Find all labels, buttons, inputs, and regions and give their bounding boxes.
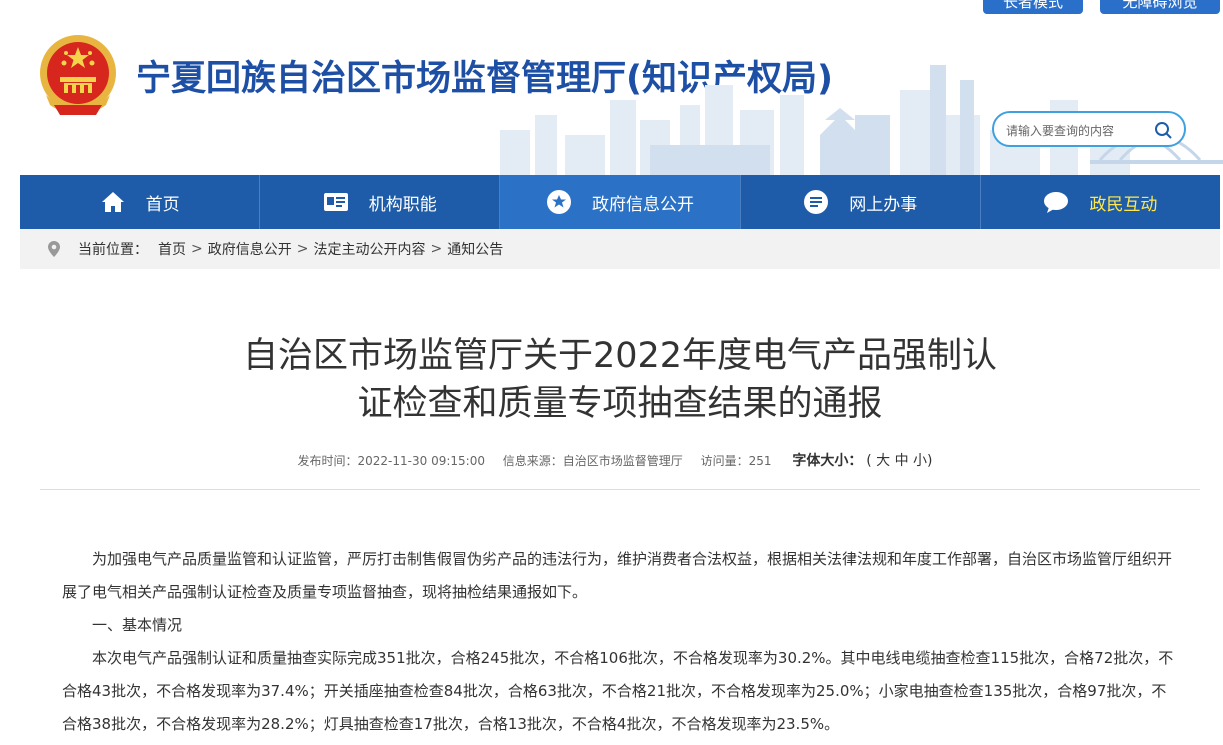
- nav-item-gov-info[interactable]: 政府信息公开: [500, 175, 741, 229]
- national-emblem-icon: [40, 35, 116, 115]
- paragraph: 为加强电气产品质量监管和认证监管，严厉打击制售假冒伪劣产品的违法行为，维护消费者…: [62, 550, 1173, 601]
- breadcrumb-statutory[interactable]: 法定主动公开内容: [313, 239, 425, 259]
- breadcrumb-notices[interactable]: 通知公告: [447, 239, 503, 259]
- breadcrumb-separator: >: [296, 241, 309, 257]
- nav-label: 政府信息公开: [592, 194, 694, 215]
- nav-label: 首页: [145, 194, 180, 215]
- article-title-line: 自治区市场监管厅关于2022年度电气产品强制认: [242, 336, 998, 376]
- list-circle-icon: [804, 190, 829, 214]
- home-icon: [101, 192, 124, 212]
- breadcrumb-prefix: 当前位置：: [78, 242, 148, 258]
- article-body: 为加强电气产品质量监管和认证监管，严厉打击制售假冒伪劣产品的违法行为，维护消费者…: [62, 543, 1174, 741]
- search-icon[interactable]: [1154, 121, 1172, 139]
- search-box: [992, 111, 1186, 147]
- nav-item-online-service[interactable]: 网上办事: [741, 175, 981, 229]
- article-title: 自治区市场监管厅关于2022年度电气产品强制认 证检查和质量专项抽查结果的通报: [40, 332, 1200, 428]
- star-circle-icon: [547, 190, 571, 214]
- id-card-icon: [323, 193, 348, 211]
- font-size-options[interactable]: ( 大 中 小): [866, 453, 932, 469]
- info-source: 信息来源：自治区市场监督管理厅: [502, 454, 683, 468]
- main-nav: 首页 机构职能 政府信息公开 网上办事 政民互动: [20, 175, 1220, 229]
- divider: [40, 489, 1200, 490]
- article-title-line: 证检查和质量专项抽查结果的通报: [357, 384, 883, 424]
- site-header: 宁夏回族自治区市场监督管理厅(知识产权局): [0, 0, 1223, 175]
- breadcrumb-separator: >: [191, 241, 203, 257]
- breadcrumb-separator: >: [430, 241, 443, 257]
- chat-bubble-icon: [1044, 192, 1069, 213]
- nav-label: 网上办事: [849, 194, 918, 215]
- breadcrumb-gov-info[interactable]: 政府信息公开: [208, 239, 292, 259]
- nav-item-interaction[interactable]: 政民互动: [981, 175, 1220, 229]
- visit-count: 访问量：251: [700, 454, 772, 468]
- nav-label: 机构职能: [368, 194, 437, 215]
- nav-label: 政民互动: [1089, 194, 1158, 215]
- breadcrumb: 当前位置： 首页 > 政府信息公开 > 法定主动公开内容 > 通知公告: [20, 229, 1220, 269]
- breadcrumb-home[interactable]: 首页: [158, 239, 186, 259]
- location-pin-icon: [48, 241, 60, 257]
- paragraph: 本次电气产品强制认证和质量抽查实际完成351批次，合格245批次，不合格106批…: [62, 649, 1174, 733]
- publish-time: 发布时间：2022-11-30 09:15:00: [297, 454, 485, 468]
- nav-item-organization[interactable]: 机构职能: [260, 175, 501, 229]
- nav-item-home[interactable]: 首页: [20, 175, 261, 229]
- section-heading: 一、基本情况: [92, 616, 183, 634]
- font-size-label: 字体大小：: [792, 453, 863, 469]
- search-input[interactable]: [1004, 119, 1153, 143]
- article-meta: 发布时间：2022-11-30 09:15:00 信息来源：自治区市场监督管理厅…: [0, 450, 1223, 470]
